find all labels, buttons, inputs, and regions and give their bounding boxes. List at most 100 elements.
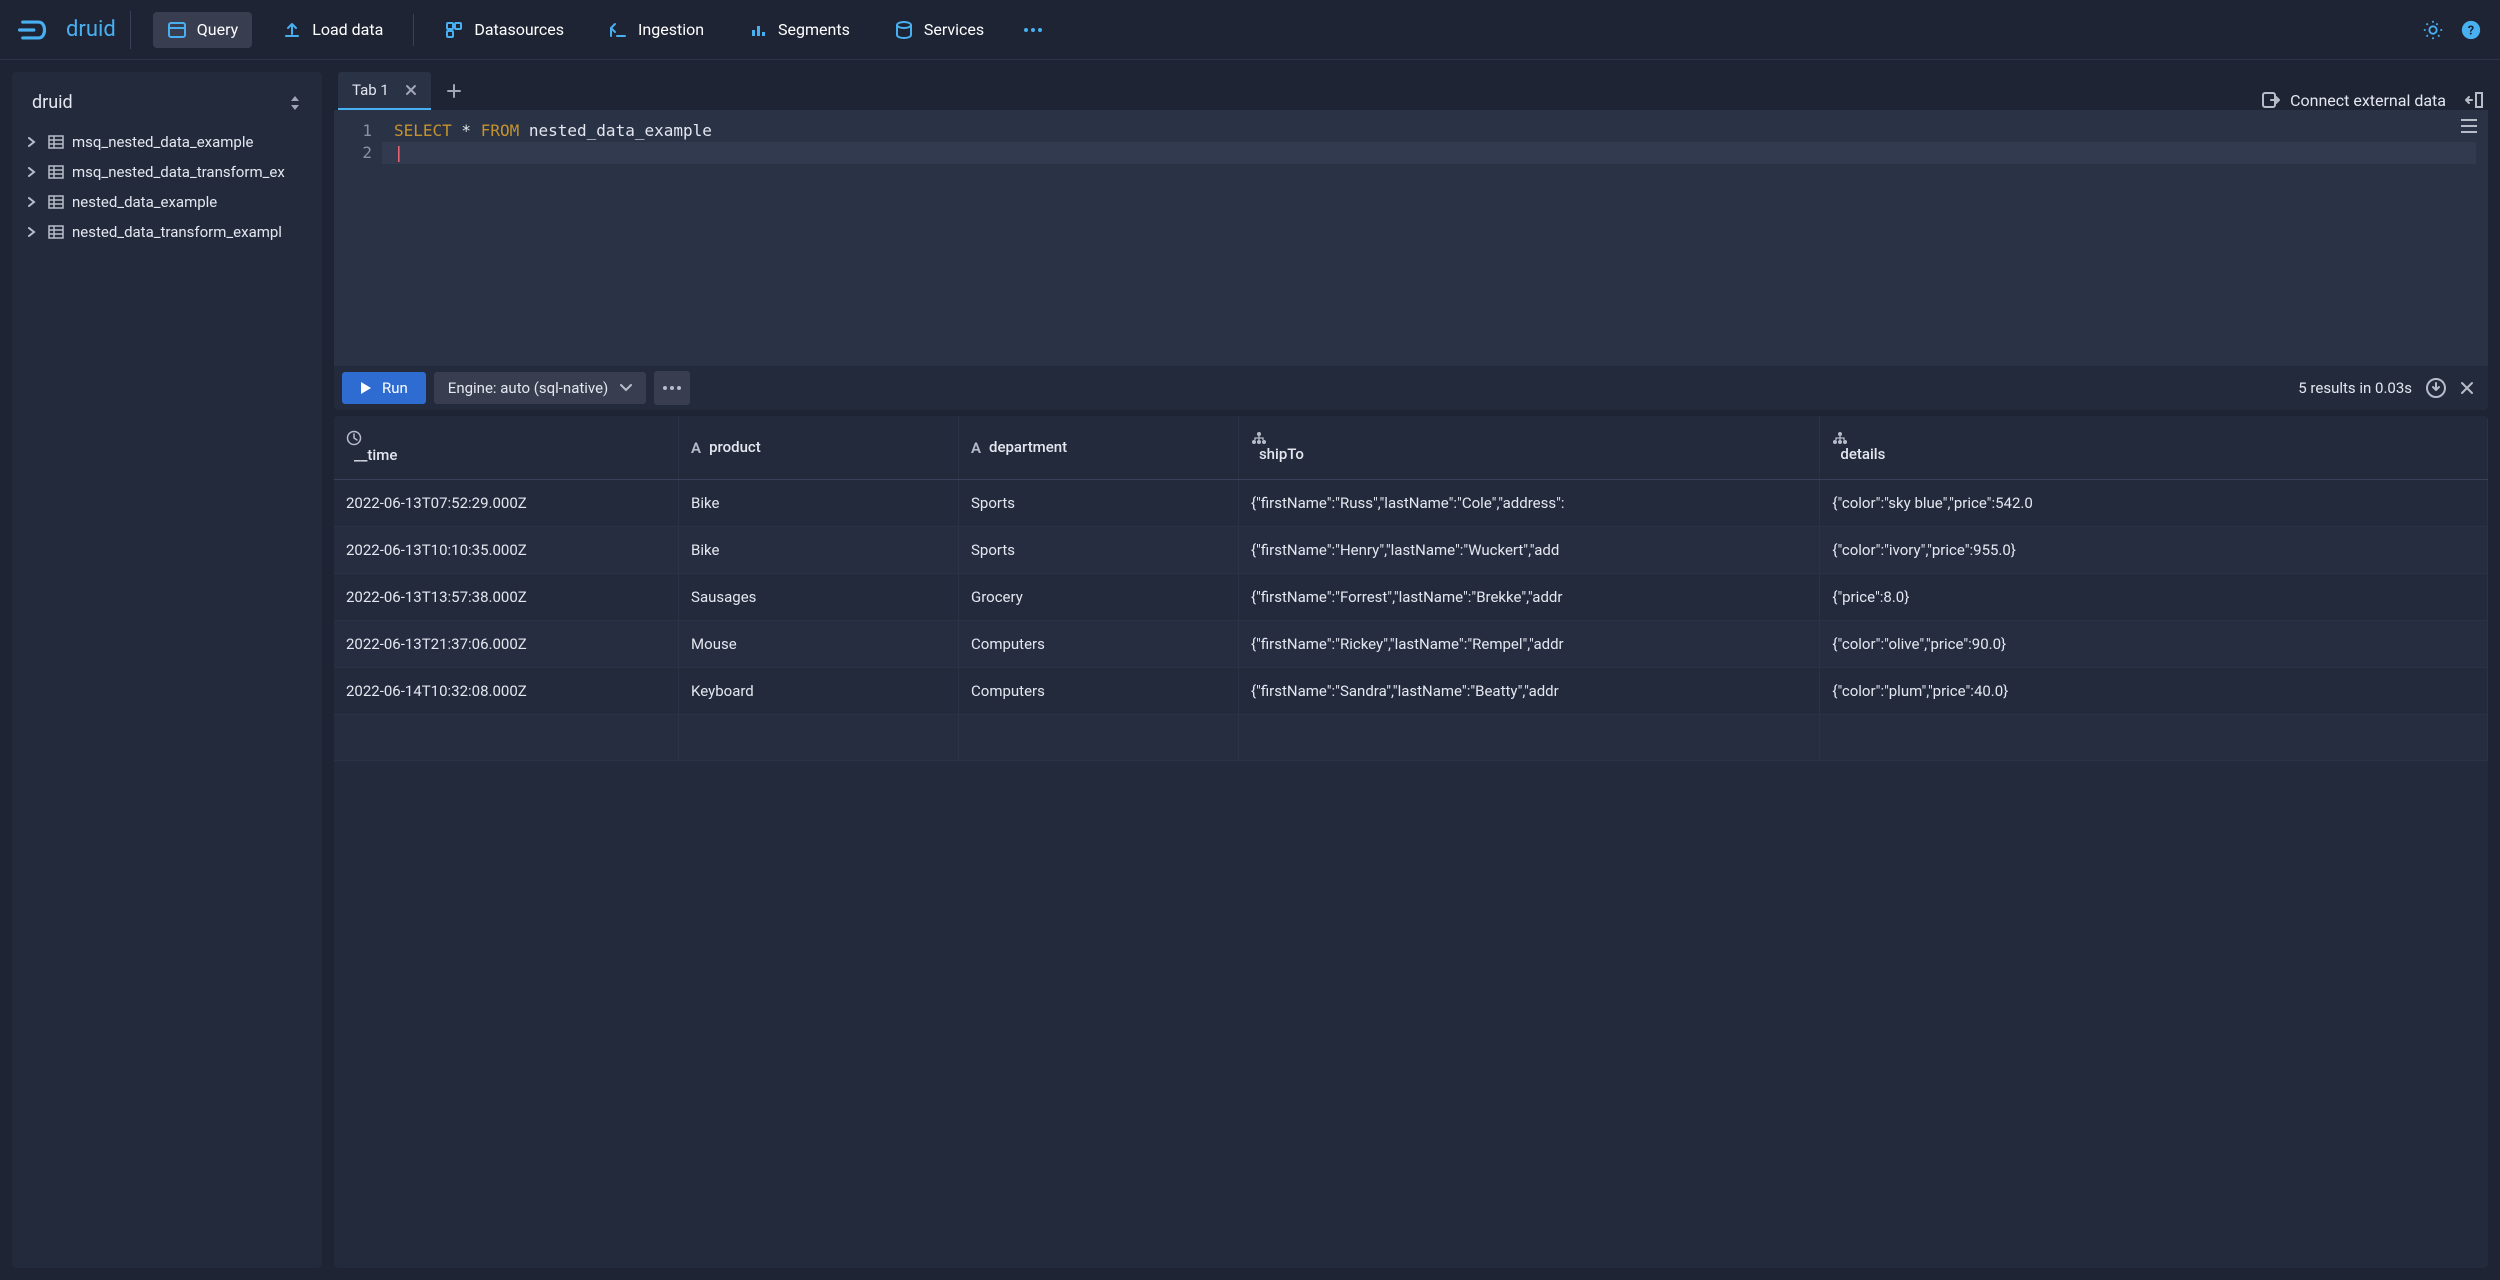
- chevron-right-icon: [28, 197, 40, 207]
- table-header-row: __timeAproductAdepartmentshipTodetails: [334, 416, 2488, 480]
- table-cell[interactable]: 2022-06-13T13:57:38.000Z: [334, 574, 679, 621]
- table-cell[interactable]: Sports: [959, 527, 1239, 574]
- table-cell[interactable]: Computers: [959, 668, 1239, 715]
- table-cell[interactable]: 2022-06-13T21:37:06.000Z: [334, 621, 679, 668]
- column-header[interactable]: __time: [334, 416, 679, 480]
- more-horizontal-icon: [1022, 20, 1044, 40]
- engine-selector[interactable]: Engine: auto (sql-native): [434, 372, 646, 404]
- upload-icon: [282, 20, 302, 40]
- table-row[interactable]: 2022-06-13T07:52:29.000ZBikeSports{"firs…: [334, 480, 2488, 527]
- schema-table-item[interactable]: nested_data_example: [20, 187, 314, 217]
- table-cell: [679, 715, 959, 761]
- table-row[interactable]: 2022-06-13T10:10:35.000ZBikeSports{"firs…: [334, 527, 2488, 574]
- help-button[interactable]: ?: [2460, 19, 2482, 41]
- chevron-right-icon: [28, 137, 40, 147]
- table-cell[interactable]: Grocery: [959, 574, 1239, 621]
- code-line[interactable]: |: [382, 142, 2476, 164]
- column-header[interactable]: Adepartment: [959, 416, 1239, 480]
- table-cell[interactable]: {"color":"sky blue","price":542.0: [1820, 480, 2488, 527]
- nav-services[interactable]: Services: [880, 12, 998, 48]
- nav-load-data[interactable]: Load data: [268, 12, 397, 48]
- table-cell[interactable]: 2022-06-13T10:10:35.000Z: [334, 527, 679, 574]
- schema-tree: msq_nested_data_examplemsq_nested_data_t…: [20, 127, 314, 247]
- table-cell: [1820, 715, 2488, 761]
- nav-ingestion[interactable]: Ingestion: [594, 12, 718, 48]
- connect-external-data-label: Connect external data: [2290, 91, 2446, 110]
- column-type-icon: A: [971, 439, 981, 457]
- svg-text:?: ?: [2468, 23, 2474, 38]
- table-cell[interactable]: Sausages: [679, 574, 959, 621]
- nav-more[interactable]: [1014, 12, 1052, 48]
- table-cell[interactable]: 2022-06-13T07:52:29.000Z: [334, 480, 679, 527]
- schema-table-item[interactable]: msq_nested_data_example: [20, 127, 314, 157]
- panel-collapse-icon: [2464, 90, 2484, 110]
- table-row[interactable]: 2022-06-13T13:57:38.000ZSausagesGrocery{…: [334, 574, 2488, 621]
- query-more-button[interactable]: [654, 371, 690, 405]
- tab-label: Tab 1: [352, 81, 389, 99]
- table-cell[interactable]: Bike: [679, 480, 959, 527]
- column-name: department: [989, 438, 1067, 456]
- table-row[interactable]: 2022-06-13T21:37:06.000ZMouseComputers{"…: [334, 621, 2488, 668]
- table-cell[interactable]: Mouse: [679, 621, 959, 668]
- app-logo[interactable]: druid: [18, 11, 131, 49]
- column-name: product: [709, 438, 761, 456]
- run-label: Run: [382, 379, 408, 397]
- run-button[interactable]: Run: [342, 372, 426, 404]
- table-body: 2022-06-13T07:52:29.000ZBikeSports{"firs…: [334, 480, 2488, 761]
- collapse-panel-button[interactable]: [2464, 90, 2484, 110]
- table-icon: [48, 135, 64, 149]
- editor-menu-button[interactable]: [2460, 118, 2478, 134]
- settings-button[interactable]: [2422, 19, 2444, 41]
- schema-table-item[interactable]: msq_nested_data_transform_ex: [20, 157, 314, 187]
- table-icon: [48, 165, 64, 179]
- column-type-icon: [346, 430, 666, 446]
- close-tab-button[interactable]: [405, 84, 417, 96]
- sql-editor[interactable]: 12 SELECT * FROM nested_data_example|: [334, 110, 2488, 366]
- connect-external-data-button[interactable]: Connect external data: [2262, 91, 2446, 110]
- nav-query[interactable]: Query: [153, 12, 252, 48]
- table-icon: [48, 195, 64, 209]
- column-header[interactable]: shipTo: [1238, 416, 1819, 480]
- table-cell[interactable]: {"firstName":"Rickey","lastName":"Rempel…: [1238, 621, 1819, 668]
- schema-sidebar: druid msq_nested_data_examplemsq_nested_…: [12, 72, 322, 1268]
- table-cell[interactable]: Computers: [959, 621, 1239, 668]
- column-type-icon: [1251, 431, 1807, 445]
- table-cell[interactable]: {"color":"olive","price":90.0}: [1820, 621, 2488, 668]
- table-cell[interactable]: {"firstName":"Sandra","lastName":"Beatty…: [1238, 668, 1819, 715]
- schema-table-label: nested_data_transform_exampl: [72, 223, 282, 241]
- table-cell: [959, 715, 1239, 761]
- nav-segments[interactable]: Segments: [734, 12, 864, 48]
- add-tab-button[interactable]: [437, 74, 471, 108]
- ingestion-icon: [608, 20, 628, 40]
- table-cell[interactable]: Sports: [959, 480, 1239, 527]
- cursor: |: [394, 143, 404, 162]
- table-cell: [1238, 715, 1819, 761]
- query-tab[interactable]: Tab 1: [338, 72, 431, 110]
- table-cell[interactable]: {"color":"ivory","price":955.0}: [1820, 527, 2488, 574]
- table-cell[interactable]: {"firstName":"Russ","lastName":"Cole","a…: [1238, 480, 1819, 527]
- results-table: __timeAproductAdepartmentshipTodetails 2…: [334, 416, 2488, 761]
- datasources-icon: [444, 20, 464, 40]
- table-cell[interactable]: Keyboard: [679, 668, 959, 715]
- nav-datasources[interactable]: Datasources: [430, 12, 578, 48]
- column-header[interactable]: details: [1820, 416, 2488, 480]
- schema-table-item[interactable]: nested_data_transform_exampl: [20, 217, 314, 247]
- download-results-button[interactable]: [2426, 378, 2446, 398]
- table-cell[interactable]: {"firstName":"Forrest","lastName":"Brekk…: [1238, 574, 1819, 621]
- column-name: __time: [354, 446, 397, 464]
- nav-label: Query: [197, 20, 238, 39]
- table-cell[interactable]: Bike: [679, 527, 959, 574]
- nav-label: Load data: [312, 20, 383, 39]
- code-area[interactable]: SELECT * FROM nested_data_example|: [382, 110, 2488, 366]
- query-panel: Tab 1 Connect external data: [334, 72, 2488, 1268]
- table-cell[interactable]: {"price":8.0}: [1820, 574, 2488, 621]
- line-number: 1: [334, 120, 372, 142]
- code-line[interactable]: SELECT * FROM nested_data_example: [394, 120, 2476, 142]
- close-results-button[interactable]: [2460, 381, 2474, 395]
- table-cell[interactable]: {"color":"plum","price":40.0}: [1820, 668, 2488, 715]
- schema-selector[interactable]: druid: [20, 84, 314, 121]
- column-header[interactable]: Aproduct: [679, 416, 959, 480]
- table-row[interactable]: 2022-06-14T10:32:08.000ZKeyboardComputer…: [334, 668, 2488, 715]
- table-cell[interactable]: 2022-06-14T10:32:08.000Z: [334, 668, 679, 715]
- table-cell[interactable]: {"firstName":"Henry","lastName":"Wuckert…: [1238, 527, 1819, 574]
